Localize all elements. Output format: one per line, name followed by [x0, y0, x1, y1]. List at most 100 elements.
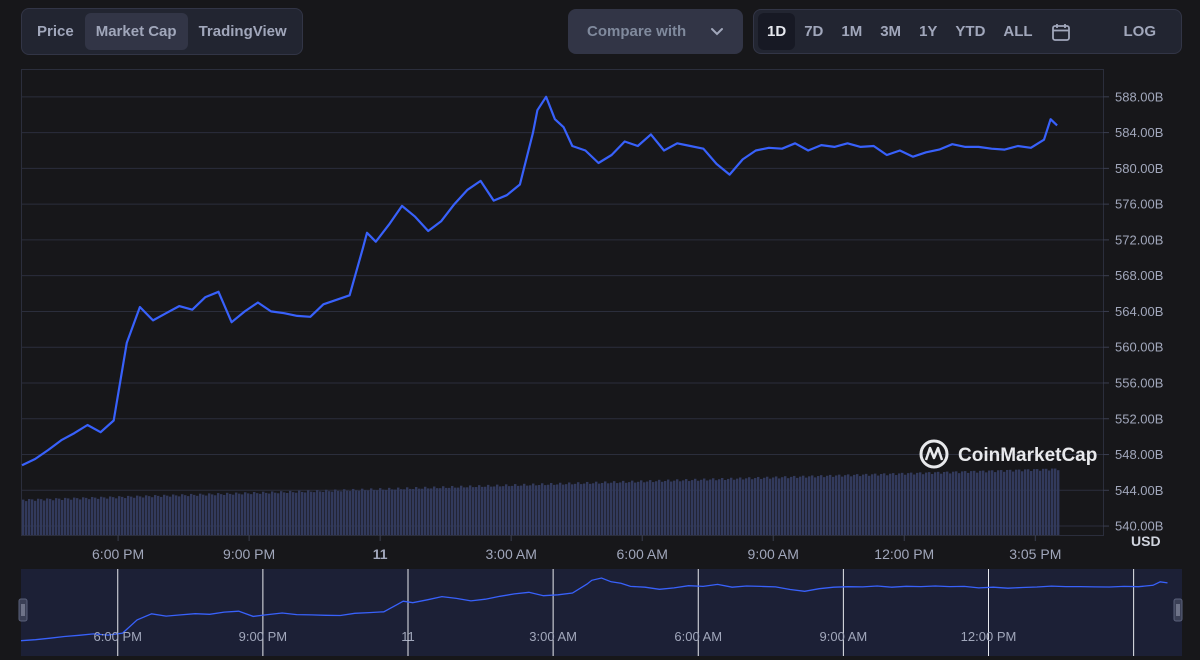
volume-bar [799, 476, 802, 535]
volume-bar [178, 496, 181, 535]
volume-bar [361, 488, 364, 535]
volume-bar [127, 495, 130, 535]
volume-bar [526, 485, 529, 535]
volume-bar [616, 483, 619, 535]
volume-bar [853, 474, 856, 535]
volume-bar [775, 476, 778, 535]
volume-bar [190, 493, 193, 535]
volume-bar [22, 499, 25, 535]
volume-bar [727, 478, 730, 535]
volume-bar [817, 476, 820, 535]
y-tick-label: 584.00B [1115, 125, 1163, 140]
volume-bar [403, 489, 406, 535]
volume-bar [667, 479, 670, 535]
volume-bar [466, 487, 469, 535]
volume-bar [136, 495, 139, 535]
volume-bar [1021, 471, 1024, 535]
volume-bar [718, 479, 721, 535]
navigator-left-handle[interactable] [18, 598, 28, 622]
volume-bar [340, 491, 343, 535]
volume-bar [883, 473, 886, 535]
volume-bar [133, 497, 136, 535]
volume-bar [430, 488, 433, 535]
volume-bar [436, 488, 439, 535]
volume-bar [784, 476, 787, 535]
volume-bar [358, 490, 361, 535]
volume-bar [661, 481, 664, 535]
volume-bar [562, 484, 565, 535]
volume-bar [382, 489, 385, 535]
volume-bar [433, 486, 436, 535]
volume-bar [493, 486, 496, 535]
volume-bar [517, 485, 520, 535]
volume-bar [124, 498, 127, 535]
volume-bar [724, 479, 727, 535]
volume-bar [793, 475, 796, 535]
volume-bar [715, 480, 718, 535]
volume-bar [214, 495, 217, 535]
navigator-tick-label: 6:00 AM [674, 629, 722, 644]
volume-bar [691, 480, 694, 535]
grid-lines [22, 96, 1103, 527]
volume-bar [394, 489, 397, 535]
navigator-right-handle[interactable] [1173, 598, 1183, 622]
volume-bar [1024, 469, 1027, 535]
volume-bar [742, 479, 745, 535]
volume-bar [235, 492, 238, 535]
volume-bar [829, 474, 832, 535]
volume-bar [172, 494, 175, 535]
y-tick-label: 588.00B [1115, 89, 1163, 104]
navigator[interactable]: 6:00 PM 9:00 PM 11 3:00 AM 6:00 AM 9:00 AM 12:… [18, 569, 1183, 656]
volume-bar [313, 492, 316, 535]
x-tick-label: 3:00 AM [485, 546, 536, 562]
volume-bar [268, 493, 271, 535]
volume-bar [1048, 470, 1051, 535]
volume-bar [931, 473, 934, 535]
volume-bar [1000, 470, 1003, 535]
volume-bar [907, 473, 910, 535]
volume-bar [544, 485, 547, 535]
volume-bar [52, 500, 55, 535]
volume-bar [814, 477, 817, 535]
volume-bar [634, 482, 637, 535]
volume-bar [241, 494, 244, 535]
volume-bar [904, 474, 907, 535]
x-tick-label: 9:00 AM [748, 546, 799, 562]
volume-bar [943, 471, 946, 535]
volume-bar [778, 478, 781, 535]
volume-bar [790, 476, 793, 535]
volume-bar [751, 479, 754, 535]
volume-bar [472, 487, 475, 535]
volume-bar [247, 493, 250, 535]
volume-bar [892, 473, 895, 535]
volume-bar [757, 476, 760, 535]
volume-bar [352, 488, 355, 535]
volume-bar [283, 492, 286, 535]
volume-bar [604, 481, 607, 535]
navigator-tick-label: 9:00 PM [239, 629, 287, 644]
y-axis-unit: USD [1131, 533, 1161, 549]
volume-bar [952, 471, 955, 535]
volume-bar [520, 485, 523, 535]
volume-bar [478, 485, 481, 535]
volume-bar [709, 479, 712, 535]
volume-bar [298, 490, 301, 535]
volume-bar [451, 485, 454, 535]
volume-bars [22, 468, 1060, 535]
volume-bar [976, 472, 979, 535]
volume-bar [229, 493, 232, 535]
volume-bar [286, 493, 289, 535]
volume-bar [871, 474, 874, 535]
volume-bar [1033, 469, 1036, 535]
volume-bar [460, 485, 463, 535]
volume-bar [85, 497, 88, 535]
volume-bar [37, 498, 40, 535]
volume-bar [586, 481, 589, 535]
volume-bar [832, 476, 835, 535]
volume-bar [925, 472, 928, 535]
volume-bar [1027, 469, 1030, 535]
volume-bar [838, 474, 841, 535]
volume-bar [94, 497, 97, 535]
volume-bar [850, 476, 853, 535]
volume-bar [43, 500, 46, 535]
